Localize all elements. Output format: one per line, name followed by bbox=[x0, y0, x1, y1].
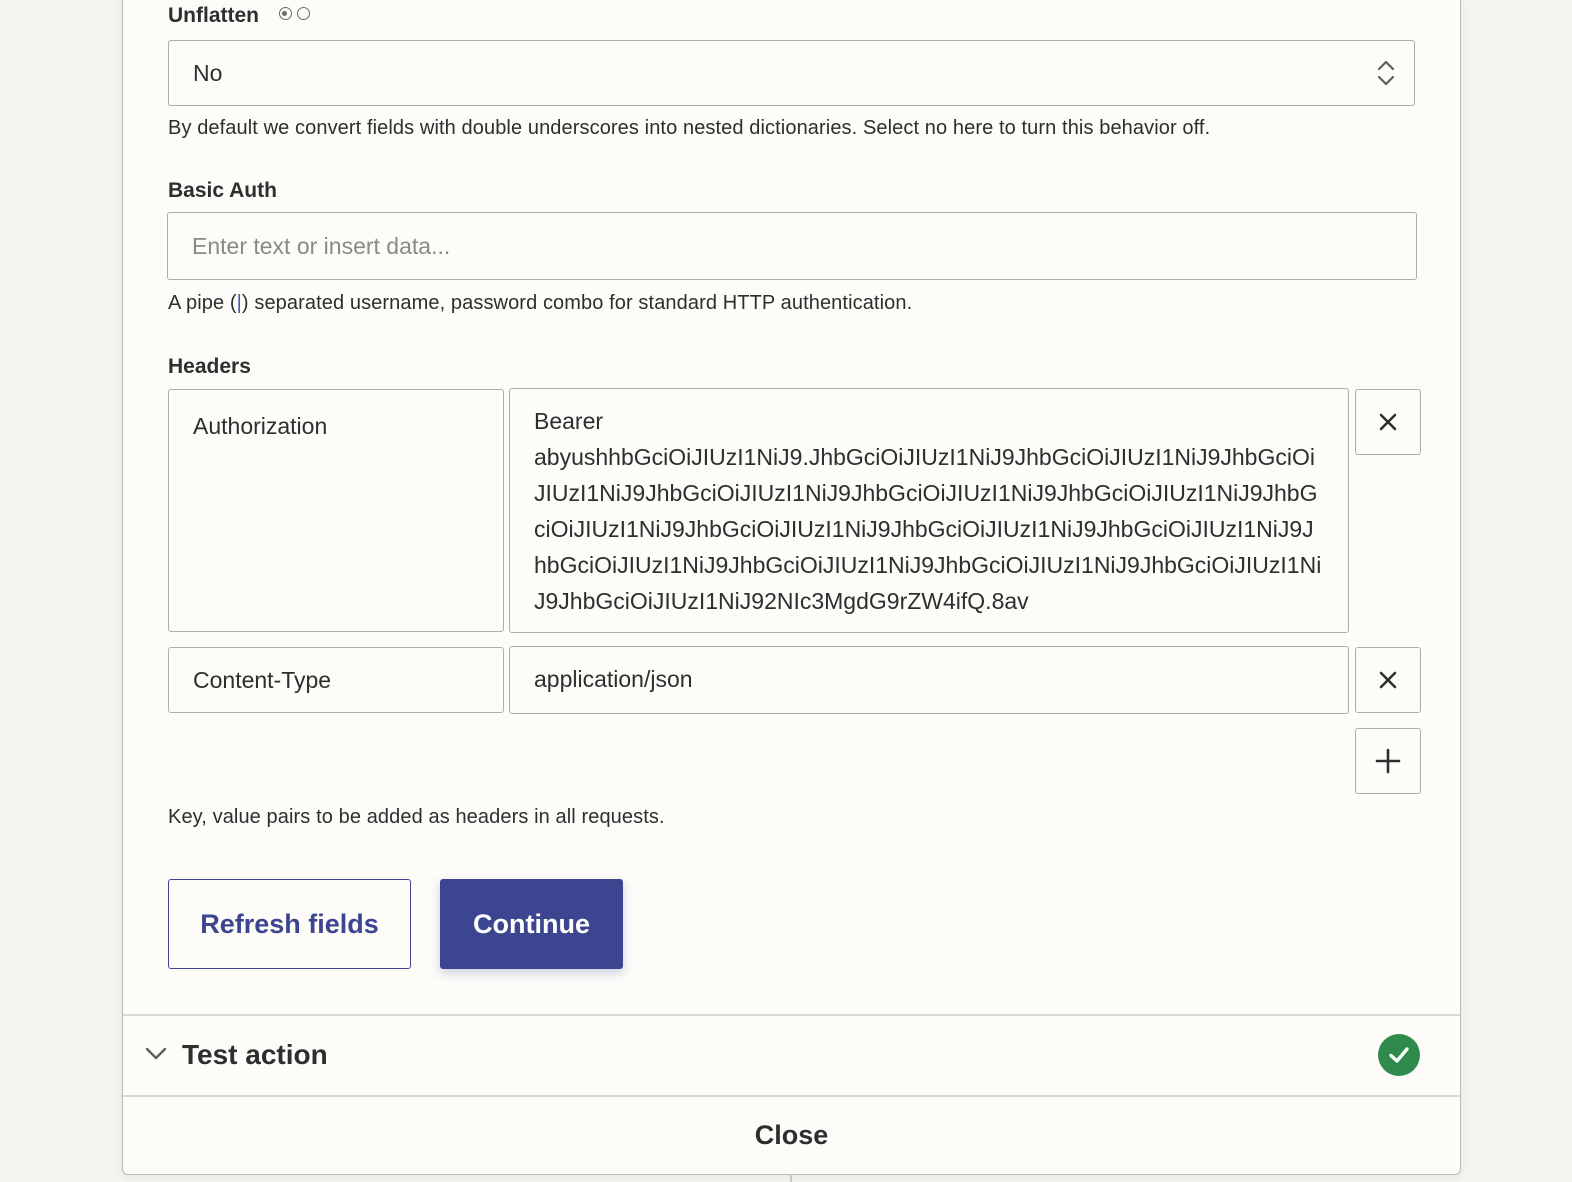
remove-header-button[interactable] bbox=[1355, 389, 1421, 455]
close-icon bbox=[1379, 413, 1397, 431]
check-circle-icon bbox=[1378, 1034, 1420, 1076]
basic-auth-help-suffix: ) separated username, password combo for… bbox=[241, 292, 913, 314]
headers-help: Key, value pairs to be added as headers … bbox=[168, 806, 665, 828]
header-value-text: application/json bbox=[534, 666, 693, 692]
chevron-down-icon bbox=[145, 1047, 167, 1060]
headers-label: Headers bbox=[168, 355, 251, 378]
basic-auth-help-prefix: A pipe ( bbox=[168, 292, 237, 314]
header-value-input[interactable]: application/json bbox=[509, 646, 1349, 714]
header-value-input[interactable]: Bearer abyushhbGciOiJIUzI1NiJ9.JhbGciOiJ… bbox=[509, 388, 1349, 633]
basic-auth-input[interactable] bbox=[167, 212, 1417, 280]
add-header-button[interactable] bbox=[1355, 728, 1421, 794]
test-action-title: Test action bbox=[182, 1039, 328, 1070]
header-key-input[interactable]: Authorization bbox=[168, 389, 504, 632]
close-label: Close bbox=[754, 1119, 829, 1150]
remove-header-button[interactable] bbox=[1355, 647, 1421, 713]
header-value-line1: Bearer bbox=[534, 408, 604, 434]
unflatten-select-value: No bbox=[193, 59, 223, 86]
unflatten-select[interactable]: No bbox=[168, 40, 1415, 106]
close-icon bbox=[1379, 671, 1397, 689]
basic-auth-label: Basic Auth bbox=[168, 179, 277, 202]
refresh-fields-button[interactable]: Refresh fields bbox=[168, 879, 411, 969]
header-key-input[interactable]: Content-Type bbox=[168, 647, 504, 713]
divider bbox=[790, 1174, 792, 1182]
unflatten-radio-group bbox=[278, 7, 310, 20]
test-action-section-toggle[interactable]: Test action bbox=[123, 1015, 1460, 1095]
unflatten-label-row: Unflatten bbox=[168, 4, 310, 28]
radio-selected-icon[interactable] bbox=[278, 7, 292, 20]
unflatten-label: Unflatten bbox=[168, 4, 259, 27]
header-key-text: Content-Type bbox=[193, 667, 332, 693]
close-button[interactable]: Close bbox=[123, 1096, 1460, 1174]
continue-button[interactable]: Continue bbox=[440, 879, 623, 969]
chevron-up-down-icon bbox=[1377, 60, 1395, 86]
plus-icon bbox=[1375, 748, 1401, 774]
radio-unselected-icon[interactable] bbox=[296, 7, 310, 20]
header-key-text: Authorization bbox=[193, 413, 328, 439]
checkmark-icon bbox=[1389, 1047, 1409, 1063]
header-value-token: abyushhbGciOiJIUzI1NiJ9.JhbGciOiJIUzI1Ni… bbox=[534, 444, 1322, 614]
unflatten-help: By default we convert fields with double… bbox=[168, 117, 1211, 139]
step-config-panel: Unflatten No By default we convert field… bbox=[122, 0, 1461, 1175]
basic-auth-help: A pipe (|) separated username, password … bbox=[168, 292, 912, 315]
